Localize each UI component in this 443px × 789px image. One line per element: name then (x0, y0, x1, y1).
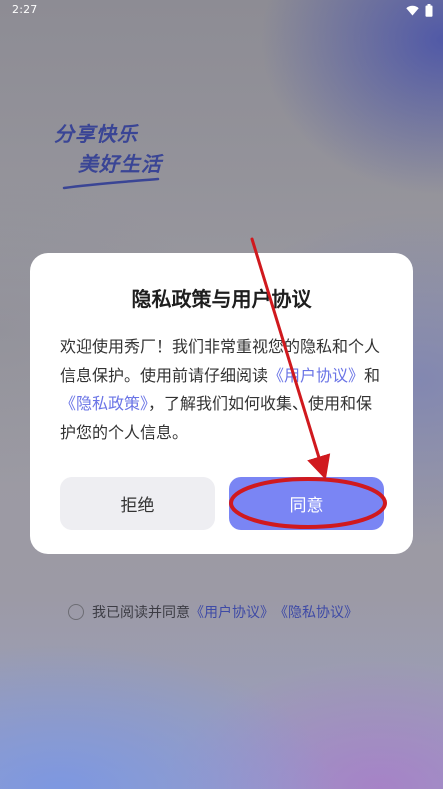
status-bar: 2:27 (0, 0, 443, 22)
slogan-line-2: 美好生活 (78, 152, 162, 176)
agreement-row[interactable]: 我已阅读并同意 《用户协议》 《隐私协议》 (68, 601, 358, 623)
agreement-radio[interactable] (68, 604, 84, 620)
battery-icon (425, 4, 433, 17)
agreement-text: 我已阅读并同意 (92, 605, 190, 621)
slogan-line-1: 分享快乐 (54, 122, 138, 146)
agree-button[interactable]: 同意 (229, 477, 384, 530)
status-time: 2:27 (12, 3, 38, 16)
dialog-body-and: 和 (364, 365, 381, 385)
status-icons (406, 4, 433, 17)
decline-button[interactable]: 拒绝 (60, 477, 215, 530)
dialog-title: 隐私政策与用户协议 (131, 287, 312, 311)
dialog-body: 欢迎使用秀厂！我们非常重视您的隐私和个人信息保护。使用前请仔细阅读《用户协议》和… (60, 333, 386, 447)
slogan-underline (62, 177, 160, 190)
wifi-icon (406, 5, 419, 16)
agreement-privacy-link[interactable]: 《隐私协议》 (274, 602, 358, 622)
user-agreement-link[interactable]: 《用户协议》 (268, 366, 364, 385)
slogan-logo: 分享快乐 美好生活 (50, 112, 210, 197)
privacy-dialog: 隐私政策与用户协议 欢迎使用秀厂！我们非常重视您的隐私和个人信息保护。使用前请仔… (30, 253, 413, 554)
privacy-policy-link[interactable]: 《隐私政策》 (60, 394, 148, 413)
agreement-user-link[interactable]: 《用户协议》 (190, 602, 274, 622)
